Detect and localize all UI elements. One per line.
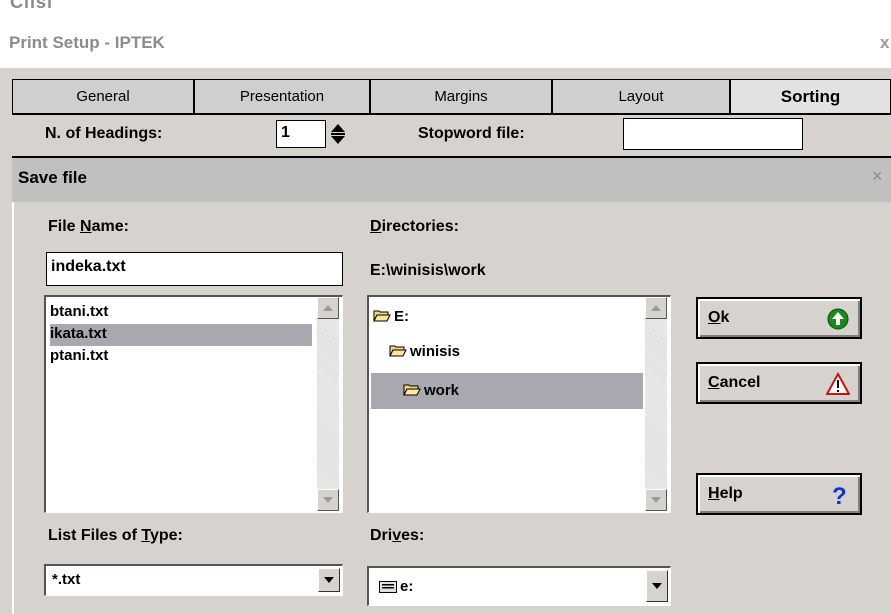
background-window-strip: Ciisi (0, 0, 891, 10)
label-accelerator: T (141, 527, 150, 544)
headings-label: N. of Headings: (45, 125, 163, 142)
scroll-up-button[interactable] (317, 297, 339, 319)
cancel-button[interactable]: Cancel (696, 362, 862, 404)
label-part: Dri (370, 527, 393, 544)
tab-general[interactable]: General (12, 79, 194, 113)
arrow-down-icon (651, 497, 661, 503)
label-part: List Files of (48, 527, 142, 544)
stopword-label: Stopword file: (418, 125, 525, 142)
file-type-dropdown[interactable]: *.txt (44, 564, 343, 596)
label-accelerator: O (708, 309, 721, 326)
tab-margins[interactable]: Margins (370, 79, 552, 113)
open-folder-icon (389, 345, 407, 357)
dropdown-button[interactable] (646, 570, 668, 602)
open-folder-icon (373, 310, 391, 322)
save-file-titlebar (12, 156, 891, 202)
directory-name: E: (394, 308, 409, 325)
spinner-arrows-icon[interactable] (329, 121, 347, 147)
directory-name: work (424, 382, 460, 399)
background-window-title: Ciisi (10, 0, 54, 10)
save-file-close-button[interactable]: × (872, 166, 883, 187)
drive-value: e: (400, 578, 414, 595)
current-path: E:\winisis\work (370, 262, 486, 279)
warning-triangle-icon (826, 372, 850, 395)
file-name: ikata.txt (50, 325, 107, 342)
label-part: ancel (719, 374, 761, 391)
chevron-down-icon (652, 583, 662, 589)
arrow-down-icon (323, 497, 333, 503)
tab-label: Sorting (780, 87, 841, 106)
help-button[interactable]: Help ? (696, 473, 862, 515)
dropdown-button[interactable] (318, 568, 340, 592)
label-part: File (48, 218, 81, 235)
tab-label: Margins (434, 88, 488, 105)
drives-label: Drives: (370, 527, 424, 545)
green-up-arrow-icon (827, 308, 849, 330)
save-file-title: Save file (18, 168, 87, 187)
open-folder-icon (403, 384, 421, 396)
print-setup-title: Print Setup - IPTEK (9, 33, 165, 52)
drives-dropdown[interactable]: e: (367, 566, 671, 606)
chevron-down-icon (324, 577, 334, 583)
print-setup-close-button[interactable]: x (880, 33, 889, 53)
file-list[interactable]: btani.txt ikata.txt ptani.txt (44, 295, 343, 513)
scroll-up-button[interactable] (645, 297, 667, 319)
headings-spinner-input[interactable]: 1 (276, 120, 326, 148)
list-item[interactable]: ptani.txt (50, 346, 312, 368)
label-part: irectories: (381, 218, 459, 235)
tab-label: Layout (618, 88, 664, 105)
label-part: es: (401, 527, 425, 544)
list-item-selected[interactable]: ikata.txt (50, 324, 312, 346)
file-type-value: *.txt (52, 571, 81, 588)
file-name: btani.txt (50, 303, 109, 320)
tab-presentation[interactable]: Presentation (194, 79, 370, 113)
ok-button-label: Ok (708, 309, 729, 327)
svg-text:?: ? (832, 483, 847, 507)
list-files-type-label: List Files of Type: (48, 527, 183, 545)
tab-label: Presentation (239, 88, 325, 105)
arrow-up-icon (651, 305, 661, 311)
label-accelerator: v (392, 527, 402, 544)
file-name: ptani.txt (50, 347, 109, 364)
directory-list[interactable]: E: winisis work (367, 295, 671, 513)
directory-item[interactable]: winisis (389, 342, 460, 364)
question-mark-icon: ? (832, 483, 847, 507)
directory-item-selected[interactable]: work (371, 373, 643, 409)
label-part: ame: (91, 218, 129, 235)
label-part: k (720, 309, 730, 326)
tab-layout[interactable]: Layout (552, 79, 730, 113)
label-accelerator: H (708, 485, 720, 502)
directory-name: winisis (410, 343, 461, 360)
file-name-label: File Name: (48, 218, 129, 236)
label-part: ype: (149, 527, 183, 544)
ok-button[interactable]: Ok (696, 297, 862, 339)
tab-label: General (76, 88, 130, 105)
file-list-scrollbar[interactable] (317, 297, 339, 511)
label-part: elp (719, 485, 743, 502)
directory-list-scrollbar[interactable] (645, 297, 667, 511)
help-button-label: Help (708, 485, 743, 503)
list-item[interactable]: btani.txt (50, 302, 312, 324)
directory-item[interactable]: E: (373, 307, 409, 329)
headings-value: 1 (281, 124, 290, 141)
drive-icon (379, 581, 397, 593)
file-name-value: indeka.txt (51, 258, 126, 275)
arrow-up-icon (323, 305, 333, 311)
label-accelerator: N (80, 218, 92, 235)
file-name-input[interactable]: indeka.txt (46, 252, 343, 286)
scroll-down-button[interactable] (317, 489, 339, 511)
label-accelerator: C (708, 374, 720, 391)
directories-label: Directories: (370, 218, 459, 236)
cancel-button-label: Cancel (708, 374, 760, 392)
tab-sorting[interactable]: Sorting (730, 79, 891, 113)
label-accelerator: D (370, 218, 382, 235)
stopword-file-input[interactable] (623, 118, 803, 150)
scroll-down-button[interactable] (645, 489, 667, 511)
